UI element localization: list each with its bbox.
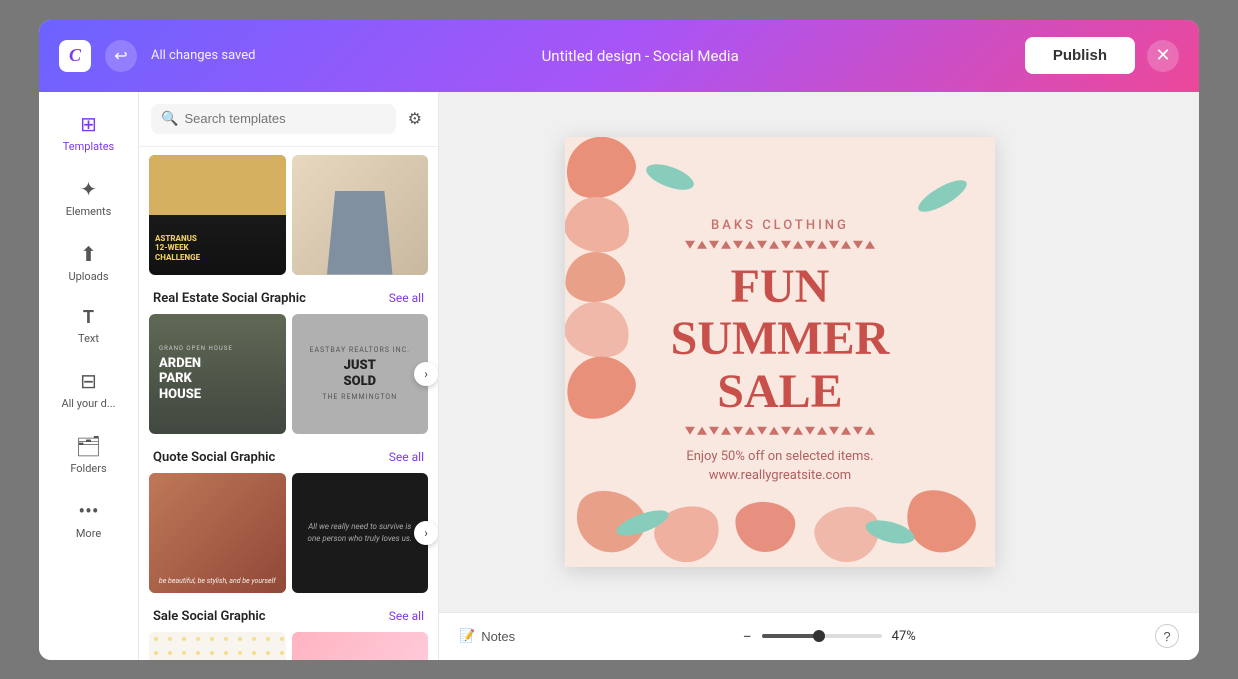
section-quote-title: Quote Social Graphic <box>153 450 275 465</box>
notes-button[interactable]: 📝 Notes <box>459 628 515 644</box>
watermelon-top-2 <box>565 191 634 256</box>
sidebar-item-elements[interactable]: ✦ Elements <box>39 165 138 230</box>
sidebar-item-all[interactable]: ⊟ All your d... <box>39 357 138 422</box>
more-icon: ••• <box>78 499 98 523</box>
sidebar-item-more[interactable]: ••• More <box>39 487 138 552</box>
search-icon: 🔍 <box>161 111 178 127</box>
sidebar-all-label: All your d... <box>61 397 115 410</box>
uploads-icon: ⬆ <box>80 242 97 266</box>
teal-decoration-top-2 <box>914 174 971 217</box>
search-input[interactable] <box>184 111 385 126</box>
canvas-content: BAKS CLOTHING FUN SUMMER SALE <box>439 92 1199 612</box>
text-icon: T <box>83 307 94 328</box>
sidebar-item-uploads[interactable]: ⬆ Uploads <box>39 230 138 295</box>
filter-icon: ⚙ <box>408 111 422 128</box>
elements-icon: ✦ <box>80 177 97 201</box>
template-card-building[interactable] <box>292 155 429 275</box>
header-left: C ↩ All changes saved <box>59 40 256 72</box>
modal-header: C ↩ All changes saved Untitled design - … <box>39 20 1199 92</box>
watermelon-top-1 <box>565 137 643 207</box>
sidebar-folders-label: Folders <box>70 462 106 475</box>
modal-overlay: C ↩ All changes saved Untitled design - … <box>0 0 1238 679</box>
section-quote-see-all[interactable]: See all <box>389 450 424 464</box>
watermelon-bot-5 <box>896 480 985 564</box>
template-card-just-sold[interactable]: EASTBAY REALTORS INC. JUSTSOLD THE REMMI… <box>292 314 429 434</box>
design-text-area: BAKS CLOTHING FUN SUMMER SALE <box>630 217 930 485</box>
template-card-arden[interactable]: GRAND OPEN HOUSE ARDENPARKHOUSE <box>149 314 286 434</box>
design-subtitle: Enjoy 50% off on selected items. www.rea… <box>630 447 930 486</box>
bottom-toolbar: 📝 Notes − 47% ? <box>439 612 1199 660</box>
saved-text: All changes saved <box>151 48 256 63</box>
sidebar-item-text[interactable]: T Text <box>39 295 138 357</box>
section-real-estate-see-all[interactable]: See all <box>389 291 424 305</box>
watermelon-bot-3 <box>733 499 797 554</box>
real-estate-nav-arrow[interactable]: › <box>414 362 438 386</box>
section-real-estate-title: Real Estate Social Graphic <box>153 291 306 306</box>
quote-grid: be beautiful, be stylish, and be yoursel… <box>149 473 428 593</box>
section-sale-see-all[interactable]: See all <box>389 609 424 623</box>
publish-button[interactable]: Publish <box>1025 37 1135 74</box>
canvas-area: BAKS CLOTHING FUN SUMMER SALE <box>439 92 1199 660</box>
search-bar: 🔍 ⚙ <box>139 92 438 147</box>
folders-icon: 🗂 <box>76 434 101 458</box>
template-card-sale-pink[interactable] <box>292 632 429 660</box>
publish-modal: C ↩ All changes saved Untitled design - … <box>39 20 1199 660</box>
sidebar-item-folders[interactable]: 🗂 Folders <box>39 422 138 487</box>
template-card-quote-hair[interactable]: be beautiful, be stylish, and be yoursel… <box>149 473 286 593</box>
search-wrapper: 🔍 <box>151 104 396 134</box>
real-estate-grid: GRAND OPEN HOUSE ARDENPARKHOUSE EASTBAY … <box>149 314 428 434</box>
modal-body: ⊞ Templates ✦ Elements ⬆ Uploads T Text … <box>39 92 1199 660</box>
header-right: Publish ✕ <box>1025 37 1179 74</box>
canva-logo-icon: C <box>59 40 91 72</box>
sale-grid <box>149 632 428 660</box>
templates-panel: 🔍 ⚙ ASTRANUS12-WEEKCHALLENGE <box>139 92 439 660</box>
template-card-fitness[interactable]: ASTRANUS12-WEEKCHALLENGE <box>149 155 286 275</box>
help-icon: ? <box>1163 629 1170 644</box>
templates-scroll: ASTRANUS12-WEEKCHALLENGE Real Estate Soc… <box>139 147 438 660</box>
left-sidebar: ⊞ Templates ✦ Elements ⬆ Uploads T Text … <box>39 92 139 660</box>
zoom-slider[interactable] <box>762 634 882 638</box>
sidebar-elements-label: Elements <box>66 205 112 218</box>
undo-icon: ↩ <box>114 46 127 66</box>
sidebar-more-label: More <box>76 527 101 540</box>
close-icon: ✕ <box>1155 45 1170 66</box>
templates-icon: ⊞ <box>80 112 97 136</box>
teal-decoration-top-1 <box>643 159 697 195</box>
canva-logo: C <box>59 40 91 72</box>
template-card-quote-dark[interactable]: All we really need to survive is one per… <box>292 473 429 593</box>
watermelon-top-4 <box>565 294 636 364</box>
notes-icon: 📝 <box>459 628 475 644</box>
filter-button[interactable]: ⚙ <box>404 105 426 133</box>
sidebar-item-templates[interactable]: ⊞ Templates <box>39 100 138 165</box>
close-button[interactable]: ✕ <box>1147 40 1179 72</box>
sidebar-templates-label: Templates <box>63 140 114 153</box>
zoom-thumb <box>813 630 825 642</box>
section-sale: Sale Social Graphic See all <box>149 597 428 632</box>
zoom-minus-button[interactable]: − <box>743 627 752 646</box>
sidebar-uploads-label: Uploads <box>68 270 108 283</box>
quote-nav-arrow[interactable]: › <box>414 521 438 545</box>
template-card-sale-white[interactable] <box>149 632 286 660</box>
fitness-card-text: ASTRANUS12-WEEKCHALLENGE <box>155 234 280 263</box>
design-title: Untitled design - Social Media <box>542 47 739 65</box>
section-sale-title: Sale Social Graphic <box>153 609 266 624</box>
zoom-value: 47% <box>892 629 928 644</box>
design-preview: BAKS CLOTHING FUN SUMMER SALE <box>565 137 995 567</box>
undo-button[interactable]: ↩ <box>105 40 137 72</box>
section-quote: Quote Social Graphic See all <box>149 438 428 473</box>
zigzag-bottom <box>630 427 930 435</box>
zoom-track <box>762 634 816 638</box>
zigzag-top <box>630 240 930 248</box>
help-button[interactable]: ? <box>1155 624 1179 648</box>
top-template-grid: ASTRANUS12-WEEKCHALLENGE <box>149 155 428 275</box>
zoom-controls: − 47% <box>743 627 928 646</box>
all-icon: ⊟ <box>80 369 97 393</box>
watermelon-top-3 <box>565 249 627 304</box>
section-real-estate: Real Estate Social Graphic See all <box>149 279 428 314</box>
sidebar-text-label: Text <box>78 332 99 345</box>
design-main-title: FUN SUMMER SALE <box>630 260 930 418</box>
design-brand-name: BAKS CLOTHING <box>630 217 930 232</box>
